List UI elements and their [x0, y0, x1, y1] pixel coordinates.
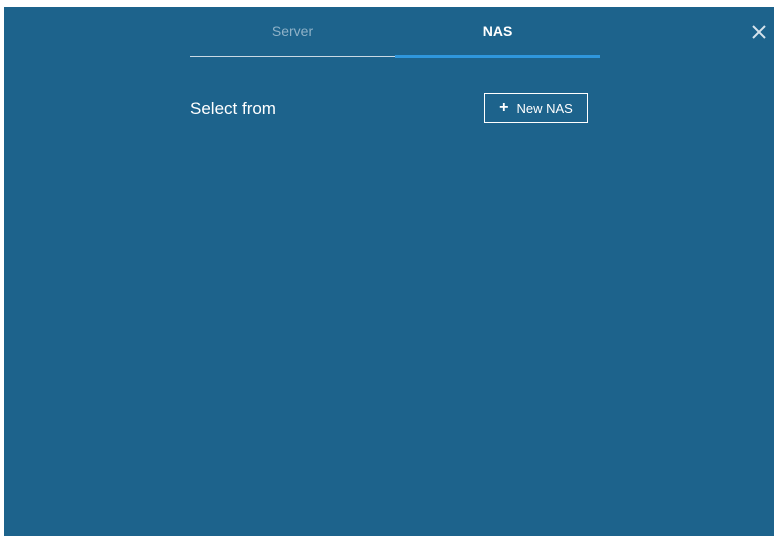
tab-nas-label: NAS — [482, 23, 513, 39]
nas-dialog-panel: Server NAS Select from + New NAS — [4, 7, 774, 536]
tab-bar: Server NAS — [190, 7, 600, 58]
close-icon[interactable] — [750, 23, 768, 41]
plus-icon: + — [499, 99, 509, 116]
tab-server-label: Server — [271, 23, 314, 39]
new-nas-button-label: New NAS — [516, 100, 573, 116]
new-nas-button[interactable]: + New NAS — [484, 93, 588, 123]
select-from-label: Select from — [190, 99, 276, 118]
tab-nas[interactable]: NAS — [395, 7, 600, 58]
tab-server[interactable]: Server — [190, 7, 395, 57]
close-icon-graphic — [752, 25, 766, 39]
